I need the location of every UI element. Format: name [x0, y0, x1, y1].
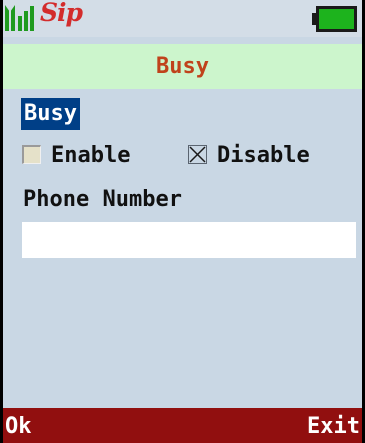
softkey-bar: Ok Exit [3, 408, 362, 443]
section-label-busy[interactable]: Busy [21, 98, 80, 130]
phone-screen: Sip Busy Busy Enable Disable Phone Numbe… [3, 0, 362, 443]
phone-number-input[interactable] [22, 222, 356, 258]
disable-label: Disable [217, 143, 310, 168]
page-title: Busy [156, 54, 209, 79]
exit-softkey[interactable]: Exit [307, 408, 360, 443]
sip-logo: Sip [40, 0, 83, 27]
enable-checkbox[interactable] [22, 145, 41, 164]
phone-number-label: Phone Number [23, 187, 182, 212]
signal-strength-icon [5, 5, 34, 31]
battery-icon [312, 6, 357, 32]
disable-checkbox[interactable] [188, 145, 207, 164]
title-bar: Busy [3, 44, 362, 89]
ok-softkey[interactable]: Ok [5, 408, 32, 443]
enable-label: Enable [51, 143, 131, 168]
status-bar: Sip [3, 0, 362, 37]
